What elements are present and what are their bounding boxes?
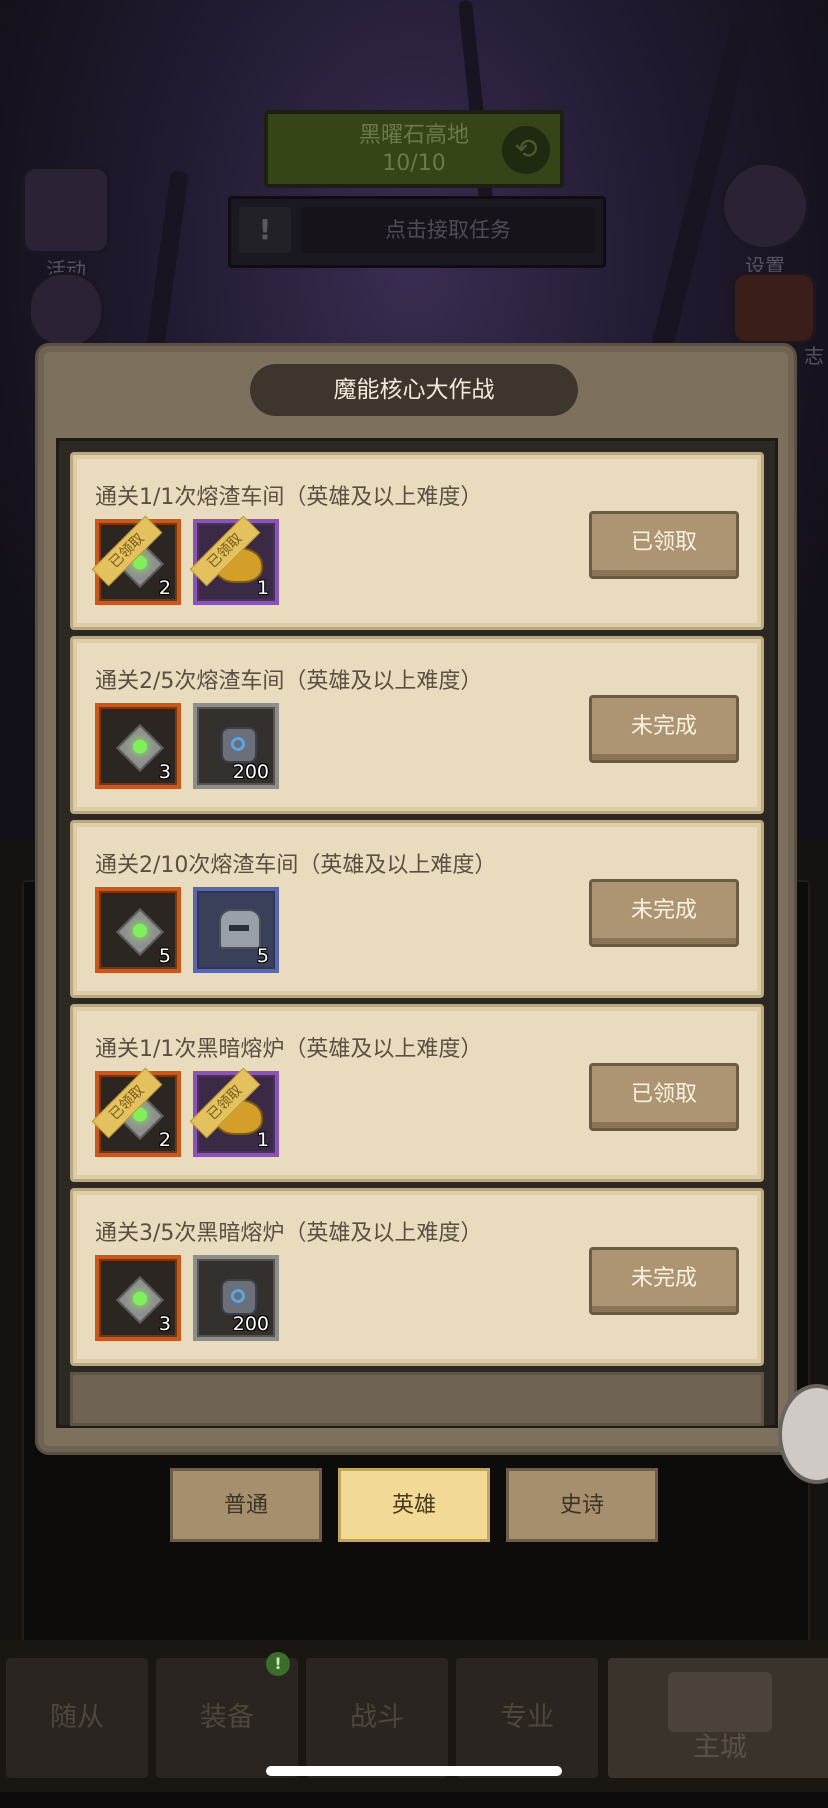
helmet-icon: [219, 909, 261, 949]
quest-prompt: 点击接取任务: [301, 207, 595, 253]
reward-count: 2: [158, 1129, 171, 1151]
crystal-icon: [115, 907, 165, 957]
quest-card: 通关2/5次熔渣车间（英雄及以上难度） 3 200 未完成: [70, 636, 764, 814]
journal-button[interactable]: 志: [720, 272, 828, 368]
reward-count: 1: [256, 577, 269, 599]
nav-profession[interactable]: 专业: [454, 1656, 600, 1780]
reward-count: 200: [232, 1313, 269, 1335]
quest-accept-bar[interactable]: ! 点击接取任务: [228, 196, 606, 268]
reward-slot[interactable]: 3: [95, 1255, 181, 1341]
quest-card: 通关1/1次熔渣车间（英雄及以上难度） 已领取 2 已领取 1 已领取: [70, 452, 764, 630]
activity-button[interactable]: 活动: [16, 166, 116, 283]
tab-epic[interactable]: 史诗: [506, 1468, 658, 1542]
reward-count: 1: [256, 1129, 269, 1151]
reward-slot[interactable]: 3: [95, 703, 181, 789]
gear-icon: [721, 162, 809, 250]
notification-badge: !: [266, 1652, 290, 1676]
quest-description: 通关1/1次熔渣车间（英雄及以上难度）: [95, 485, 483, 510]
quest-card: 通关2/10次熔渣车间（英雄及以上难度） 5 5 未完成: [70, 820, 764, 998]
reward-slot[interactable]: 已领取 1: [189, 515, 279, 605]
quest-description: 通关2/10次熔渣车间（英雄及以上难度）: [95, 853, 497, 878]
nav-followers[interactable]: 随从: [4, 1656, 150, 1780]
reward-count: 2: [158, 577, 171, 599]
settings-button[interactable]: 设置: [712, 162, 818, 279]
quest-status-button[interactable]: 已领取: [589, 1063, 739, 1131]
reward-count: 5: [256, 945, 269, 967]
alert-icon: !: [239, 207, 291, 253]
crystal-icon: [115, 723, 165, 773]
journal-label: 志: [804, 344, 824, 368]
quest-status-button[interactable]: 已领取: [589, 511, 739, 579]
nav-main-city-label: 主城: [693, 1732, 747, 1763]
quest-description: 通关1/1次黑暗熔炉（英雄及以上难度）: [95, 1037, 483, 1062]
quest-status-button[interactable]: 未完成: [589, 1247, 739, 1315]
reward-slot[interactable]: 5: [95, 887, 181, 973]
quest-card: 通关1/1次黑暗熔炉（英雄及以上难度） 已领取 2 已领取 1 已领取: [70, 1004, 764, 1182]
reward-slot[interactable]: 已领取 2: [91, 1067, 181, 1157]
reward-count: 200: [232, 761, 269, 783]
panel-title: 魔能核心大作战: [250, 364, 578, 416]
quest-description: 通关2/5次熔渣车间（英雄及以上难度）: [95, 669, 483, 694]
zone-banner[interactable]: 黑曜石高地 10/10 ⟲: [264, 110, 564, 188]
reward-slot[interactable]: 200: [193, 703, 279, 789]
gear-icon: [221, 1279, 257, 1315]
quest-status-button[interactable]: 未完成: [589, 879, 739, 947]
scroll-icon: [22, 166, 110, 254]
gear-icon: [221, 727, 257, 763]
nav-main-city[interactable]: 主城: [606, 1656, 828, 1780]
portal-button[interactable]: [24, 272, 108, 348]
home-indicator: [266, 1766, 562, 1776]
crystal-icon: [115, 1275, 165, 1325]
tab-heroic[interactable]: 英雄: [338, 1468, 490, 1542]
portal-icon: [28, 272, 104, 348]
reward-slot[interactable]: 已领取 2: [91, 515, 181, 605]
quest-card-partial: [70, 1372, 764, 1426]
quest-status-button[interactable]: 未完成: [589, 695, 739, 763]
nav-battle[interactable]: 战斗: [304, 1656, 450, 1780]
reward-slot[interactable]: 已领取 1: [189, 1067, 279, 1157]
reward-slot[interactable]: 200: [193, 1255, 279, 1341]
book-icon: [732, 272, 816, 344]
reward-slot[interactable]: 5: [193, 887, 279, 973]
reward-count: 3: [158, 1313, 171, 1335]
reward-count: 5: [158, 945, 171, 967]
refresh-icon[interactable]: ⟲: [502, 126, 550, 174]
reward-count: 3: [158, 761, 171, 783]
tab-normal[interactable]: 普通: [170, 1468, 322, 1542]
quest-description: 通关3/5次黑暗熔炉（英雄及以上难度）: [95, 1221, 483, 1246]
quest-card: 通关3/5次黑暗熔炉（英雄及以上难度） 3 200 未完成: [70, 1188, 764, 1366]
